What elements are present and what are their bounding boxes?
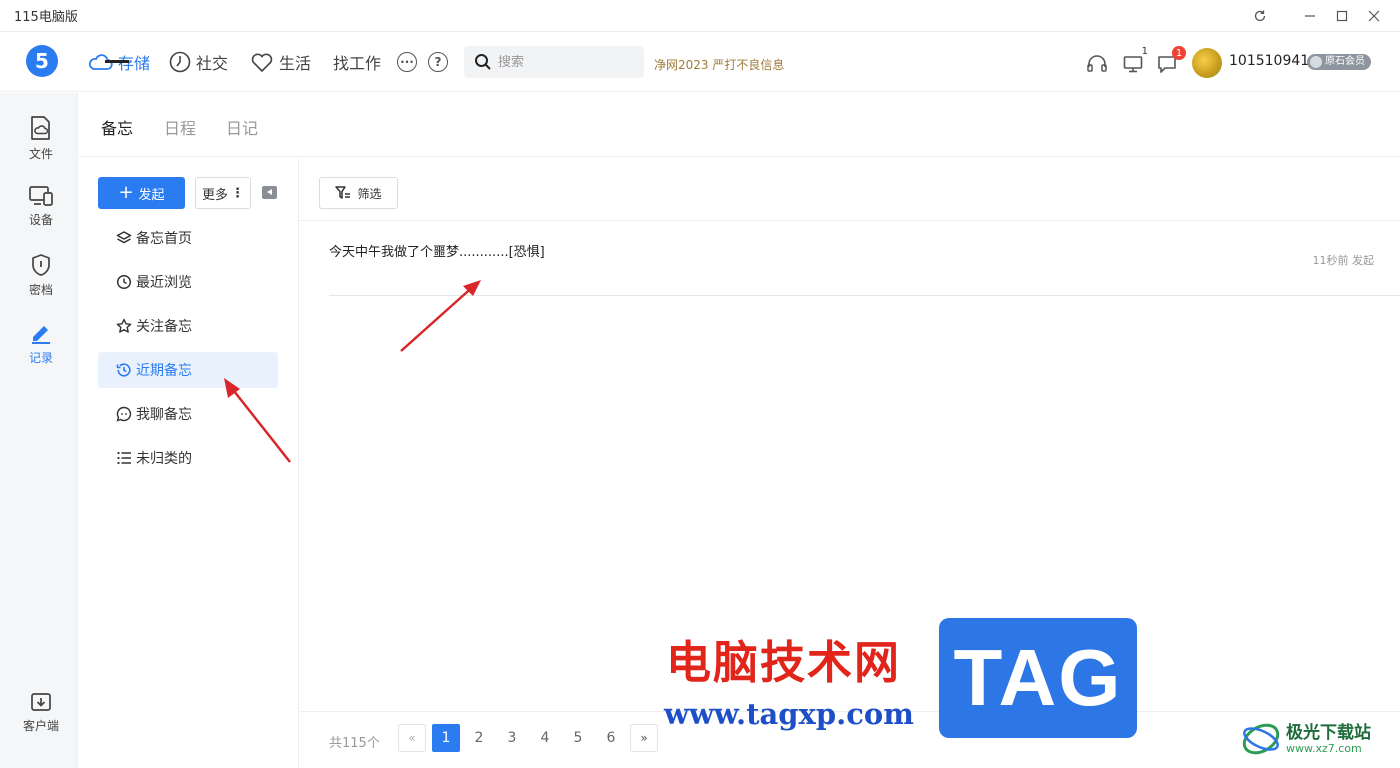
app-logo[interactable]: 5 [26, 45, 58, 77]
star-icon [116, 318, 132, 333]
memo-text: 今天中午我做了个噩梦............[恐惧] [329, 245, 545, 260]
nav-social[interactable]: 社交 [169, 50, 228, 74]
search-input[interactable] [498, 54, 628, 70]
file-icon [31, 116, 50, 140]
watermark-site-name: 极光下载站 [1286, 723, 1371, 743]
nav-life-label: 生活 [279, 54, 312, 73]
menu-followed[interactable]: 关注备忘 [98, 308, 278, 344]
more-button[interactable]: 更多 ⋮ [195, 177, 251, 209]
collapse-icon[interactable] [262, 186, 277, 199]
clock-icon [169, 51, 191, 73]
annotation-arrow-memo [400, 280, 481, 352]
watermark-tag-logo: TAG [939, 618, 1137, 738]
rail-devices[interactable]: 设备 [0, 185, 82, 245]
globe-logo-icon [1242, 723, 1280, 755]
monitor-count: 1 [1141, 46, 1148, 57]
next-page-button[interactable]: » [630, 724, 658, 752]
rail-records-label: 记录 [28, 351, 53, 365]
filter-icon [335, 186, 351, 199]
memo-meta: 11秒前 发起 [1312, 254, 1375, 267]
prev-page-button[interactable]: « [398, 724, 426, 752]
promo-link[interactable]: 净网2023 严打不良信息 [654, 56, 784, 73]
more-label: 更多 [201, 187, 228, 203]
left-rail: 文件 设备 密档 记录 客户端 [0, 93, 78, 768]
plus-icon: + [118, 182, 134, 203]
filter-button[interactable]: 筛选 [319, 177, 398, 209]
menu-memo-home[interactable]: 备忘首页 [98, 220, 278, 256]
nav-life[interactable]: 生活 [250, 50, 311, 74]
menu-uncategorized-label: 未归类的 [136, 451, 192, 467]
message-badge: 1 [1172, 46, 1186, 60]
annotation-arrow-menu [224, 378, 291, 463]
divider [300, 220, 1400, 221]
rail-vault[interactable]: 密档 [0, 253, 82, 313]
message-icon[interactable]: 1 [1155, 46, 1186, 76]
rail-files[interactable]: 文件 [0, 115, 82, 175]
menu-recent-browse[interactable]: 最近浏览 [98, 264, 278, 300]
list-icon [117, 451, 131, 465]
list-item[interactable]: 今天中午我做了个噩梦............[恐惧] 11秒前 发起 [329, 230, 1400, 296]
heart-icon [251, 53, 273, 73]
new-memo-button[interactable]: + 发起 [98, 177, 185, 209]
watermark-cn-text: 电脑技术网 [666, 636, 902, 689]
menu-recent-memo-label: 近期备忘 [136, 363, 192, 379]
nav-jobs-label: 找工作 [333, 54, 382, 73]
total-count: 共115个 [329, 736, 380, 751]
monitor-icon[interactable]: 1 [1121, 46, 1148, 76]
chat-bubble-icon [116, 406, 132, 422]
tab-memo[interactable]: 备忘 [101, 115, 133, 139]
search-icon [475, 54, 491, 70]
menu-recent-browse-label: 最近浏览 [136, 275, 192, 291]
watermark-site-url: www.xz7.com [1286, 742, 1362, 755]
tab-diary[interactable]: 日记 [226, 115, 258, 139]
rail-client[interactable]: 客户端 [0, 691, 82, 751]
tab-indicator [105, 60, 129, 63]
new-memo-label: 发起 [138, 187, 165, 203]
shield-icon [32, 254, 50, 276]
more-icon[interactable]: ··· [397, 52, 417, 72]
headset-icon[interactable] [1085, 52, 1109, 76]
filter-label: 筛选 [357, 186, 382, 201]
watermark-url: www.tagxp.com [664, 697, 914, 731]
page-3[interactable]: 3 [498, 724, 526, 752]
vertical-dots-icon: ⋮ [231, 185, 244, 201]
avatar[interactable] [1192, 48, 1222, 78]
refresh-icon[interactable] [1240, 0, 1280, 32]
close-icon[interactable] [1354, 0, 1394, 32]
help-icon[interactable]: ? [428, 52, 448, 72]
menu-followed-label: 关注备忘 [136, 319, 192, 335]
rail-client-label: 客户端 [22, 719, 59, 733]
download-box-icon [31, 693, 51, 711]
top-nav: 5 存储 社交 生活 找工作 ··· ? 净网2023 严打不良信息 1 1 1… [0, 32, 1400, 92]
app-title: 115电脑版 [14, 10, 78, 25]
tab-bar: 备忘 日程 日记 [79, 93, 1400, 157]
member-badge[interactable]: 原石会员 [1307, 54, 1371, 70]
menu-memo-home-label: 备忘首页 [136, 231, 192, 247]
history-icon [116, 274, 132, 290]
page-5[interactable]: 5 [564, 724, 592, 752]
page-6[interactable]: 6 [597, 724, 625, 752]
title-bar: 115电脑版 [0, 0, 1400, 32]
layers-icon [116, 231, 132, 244]
menu-chat-memo-label: 我聊备忘 [136, 407, 192, 423]
rail-devices-label: 设备 [28, 213, 53, 227]
rail-files-label: 文件 [28, 147, 53, 161]
devices-icon [29, 186, 53, 206]
clock-rewind-icon [116, 363, 131, 377]
nav-jobs[interactable]: 找工作 [333, 50, 381, 74]
page-2[interactable]: 2 [465, 724, 493, 752]
rail-records[interactable]: 记录 [0, 321, 82, 381]
tab-schedule[interactable]: 日程 [164, 115, 196, 139]
page-4[interactable]: 4 [531, 724, 559, 752]
nav-social-label: 社交 [196, 54, 229, 73]
user-id[interactable]: 101510941 [1229, 53, 1309, 69]
pencil-icon [32, 326, 50, 344]
search-box[interactable] [464, 46, 644, 78]
page-1[interactable]: 1 [432, 724, 460, 752]
rail-vault-label: 密档 [28, 283, 53, 297]
